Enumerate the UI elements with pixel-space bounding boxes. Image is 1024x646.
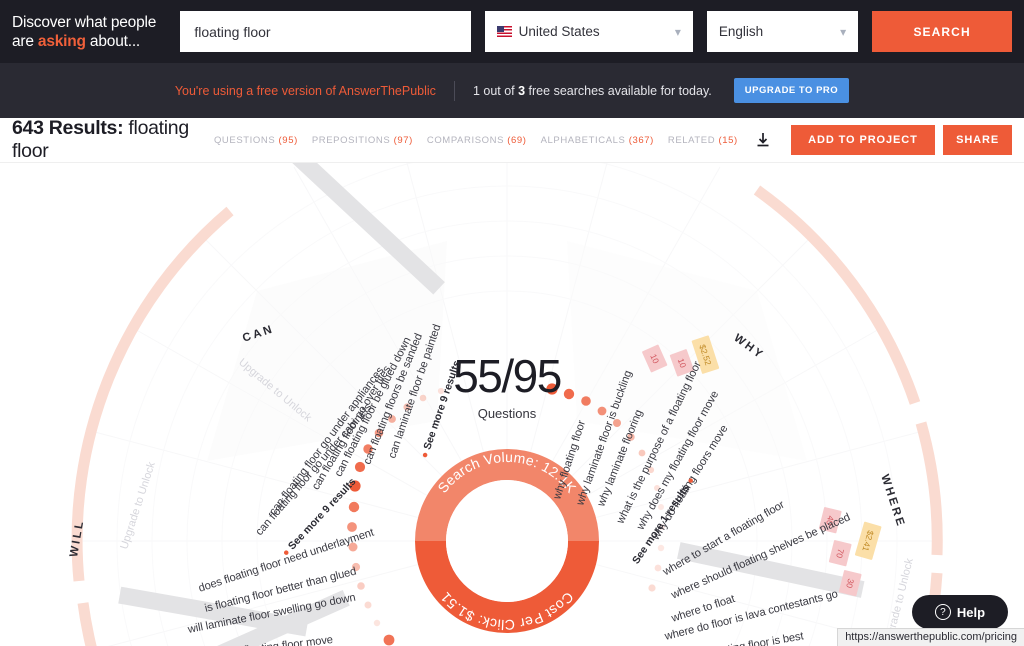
tab-related-count: (15) [718, 134, 738, 146]
add-to-project-button[interactable]: ADD TO PROJECT [790, 125, 936, 155]
tab-alphabeticals-count: (367) [628, 134, 654, 146]
results-count: 643 Results: [12, 117, 124, 139]
tab-questions-label: QUESTIONS [213, 134, 276, 146]
country-select[interactable]: United States ▾ [484, 11, 693, 52]
chevron-down-icon: ▾ [674, 24, 681, 39]
status-bar-url: https://answerthepublic.com/pricing [837, 628, 1024, 646]
language-select[interactable]: English ▾ [706, 11, 859, 52]
search-input[interactable] [180, 11, 471, 52]
results-toolbar: 643 Results: floating floor QUESTIONS (9… [0, 117, 1024, 163]
chevron-down-icon: ▾ [840, 24, 847, 39]
tab-prepositions-label: PREPOSITIONS [311, 134, 391, 146]
quota-post: free searches available for today. [525, 83, 712, 98]
share-button[interactable]: SHARE [943, 125, 1012, 155]
tab-questions[interactable]: QUESTIONS (95) [214, 135, 298, 146]
tab-alphabeticals[interactable]: ALPHABETICALS (367) [541, 135, 654, 146]
help-label: Help [956, 604, 986, 620]
us-flag-icon [496, 26, 512, 37]
upgrade-to-pro-button[interactable]: UPGRADE TO PRO [733, 78, 850, 103]
page-title: 643 Results: floating floor [12, 117, 200, 163]
wheel-svg: Search Volume: 12.1K Cost Per Click: $1.… [71, 163, 943, 646]
tab-comparisons-label: COMPARISONS [426, 134, 505, 146]
tab-related[interactable]: RELATED (15) [668, 135, 738, 146]
tagline-line1: Discover what people [12, 13, 157, 31]
download-icon[interactable] [754, 129, 773, 151]
result-tabs: QUESTIONS (95) PREPOSITIONS (97) COMPARI… [214, 135, 738, 146]
quota-pre: 1 out of [472, 83, 519, 98]
tab-comparisons-count: (69) [507, 134, 527, 146]
tab-alphabeticals-label: ALPHABETICALS [540, 134, 626, 146]
help-button[interactable]: ? Help [912, 595, 1008, 629]
tab-prepositions-count: (97) [393, 134, 413, 146]
tab-related-label: RELATED [667, 134, 716, 146]
quota-text: 1 out of 3 free searches available for t… [473, 84, 712, 98]
notice-divider [453, 80, 455, 101]
free-version-notice-bar: You're using a free version of AnswerThe… [0, 63, 1024, 118]
language-select-value: English [718, 24, 764, 39]
tagline-line2-pre: are [12, 32, 38, 50]
top-search-bar: Discover what people are asking about...… [0, 0, 1024, 63]
answerthepublic-app: Discover what people are asking about...… [0, 0, 1024, 646]
country-select-value: United States [518, 24, 600, 39]
question-wheel-visualization[interactable]: Search Volume: 12.1K Cost Per Click: $1.… [0, 163, 1024, 646]
tab-prepositions[interactable]: PREPOSITIONS (97) [312, 135, 413, 146]
question-circle-icon: ? [934, 604, 951, 620]
search-button[interactable]: SEARCH [872, 11, 1012, 52]
tab-comparisons[interactable]: COMPARISONS (69) [427, 135, 527, 146]
tagline: Discover what people are asking about... [12, 13, 166, 51]
tab-questions-count: (95) [278, 134, 298, 146]
free-version-text: You're using a free version of AnswerThe… [174, 83, 436, 98]
tagline-highlight: asking [37, 32, 86, 50]
tagline-line2-post: about... [85, 32, 141, 50]
